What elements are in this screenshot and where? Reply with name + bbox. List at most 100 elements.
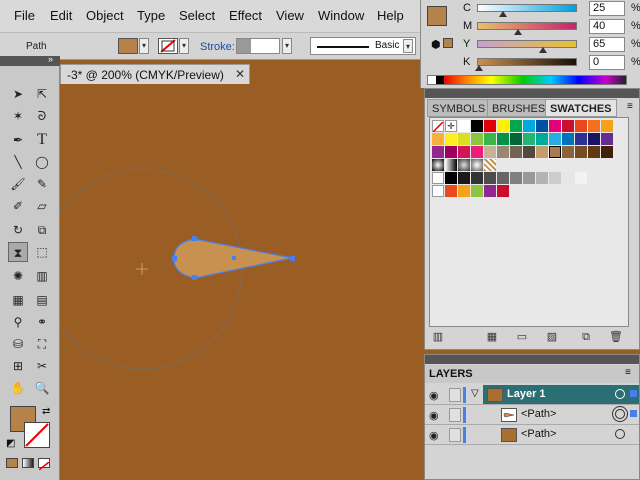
- symbol-sprayer-tool-icon[interactable]: ✺: [8, 266, 28, 286]
- swatch-linear-gradient[interactable]: [445, 159, 457, 171]
- menu-select[interactable]: Select: [179, 8, 215, 23]
- swatch-gray-20[interactable]: [549, 172, 561, 184]
- swatch-gray-100[interactable]: [445, 172, 457, 184]
- stroke-weight-spinner[interactable]: [237, 39, 251, 53]
- swatch-gray-30[interactable]: [536, 172, 548, 184]
- menu-type[interactable]: Type: [137, 8, 165, 23]
- target-circle-icon[interactable]: [615, 409, 625, 419]
- cyan-slider[interactable]: [477, 4, 577, 12]
- gradient-mode-icon[interactable]: [22, 458, 34, 468]
- swatch-gray-90[interactable]: [458, 172, 470, 184]
- free-transform-tool-icon[interactable]: ⬚: [32, 242, 52, 262]
- swatch-gray-70[interactable]: [484, 172, 496, 184]
- visibility-eye-icon[interactable]: ◉: [429, 389, 439, 402]
- yellow-value-field[interactable]: 65: [589, 37, 625, 52]
- width-tool-icon[interactable]: ⧗: [8, 242, 28, 262]
- target-circle-icon[interactable]: [615, 429, 625, 439]
- stroke-swatch[interactable]: [158, 38, 178, 54]
- brush-dropdown[interactable]: ▾: [403, 39, 413, 53]
- swatch-none[interactable]: [432, 120, 444, 133]
- swatch-white[interactable]: [458, 120, 470, 132]
- menu-view[interactable]: View: [276, 8, 304, 23]
- pencil-tool-icon[interactable]: ✎: [32, 174, 52, 194]
- swatch-teal[interactable]: [536, 133, 548, 145]
- tab-symbols[interactable]: SYMBOLS: [427, 99, 491, 117]
- show-kinds-icon[interactable]: ▦: [485, 331, 499, 344]
- swatch-light-brown[interactable]: [536, 146, 548, 158]
- pen-tool-icon[interactable]: ✒: [8, 130, 28, 150]
- collapse-icon[interactable]: »: [48, 54, 53, 64]
- lock-toggle[interactable]: [449, 388, 461, 402]
- stroke-label[interactable]: Stroke:: [200, 41, 235, 53]
- swatch-gray-5[interactable]: [575, 172, 587, 184]
- yellow-slider[interactable]: [477, 40, 577, 48]
- swatch-green-2[interactable]: [484, 133, 496, 145]
- cube-icon[interactable]: ⬢: [431, 38, 441, 51]
- paintbrush-tool-icon[interactable]: 🖌: [8, 174, 28, 194]
- swatch-yellow[interactable]: [497, 120, 509, 132]
- swatch-plum[interactable]: [445, 146, 457, 158]
- lasso-tool-icon[interactable]: ᘐ: [32, 106, 52, 126]
- menu-effect[interactable]: Effect: [229, 8, 262, 23]
- rotate-tool-icon[interactable]: ↻: [8, 220, 28, 240]
- swatch-pattern[interactable]: [484, 159, 496, 171]
- expand-triangle-icon[interactable]: ▽: [471, 388, 479, 399]
- layers-menu-icon[interactable]: ≡: [625, 367, 631, 378]
- swatch-dark-green[interactable]: [510, 133, 522, 145]
- close-icon[interactable]: ✕: [235, 67, 245, 81]
- swatch-blue-2[interactable]: [562, 133, 574, 145]
- gradient-tool-icon[interactable]: ▤: [32, 290, 52, 310]
- stroke-dropdown-arrow[interactable]: ▾: [179, 38, 189, 54]
- scale-tool-icon[interactable]: ⧉: [32, 220, 52, 240]
- menu-edit[interactable]: Edit: [50, 8, 72, 23]
- document-tab[interactable]: -3* @ 200% (CMYK/Preview) ✕: [60, 64, 250, 84]
- blob-brush-tool-icon[interactable]: ✐: [8, 196, 28, 216]
- swatch-darkest-brown[interactable]: [601, 146, 613, 158]
- magenta-slider-thumb[interactable]: [514, 29, 522, 35]
- new-color-group-icon[interactable]: ▨: [545, 331, 559, 344]
- lock-toggle[interactable]: [449, 408, 461, 422]
- layers-panel-header-bar[interactable]: [425, 355, 639, 364]
- direct-selection-tool-icon[interactable]: ⇱: [32, 84, 52, 104]
- out-of-gamut-swatch[interactable]: [443, 38, 453, 48]
- black-slider[interactable]: [477, 58, 577, 66]
- color-spectrum-bar[interactable]: [427, 75, 627, 85]
- line-tool-icon[interactable]: ╲: [8, 152, 28, 172]
- swatch-gray-80[interactable]: [471, 172, 483, 184]
- swatch-group-red[interactable]: [497, 185, 509, 197]
- ellipse-tool-icon[interactable]: ◯: [32, 152, 52, 172]
- lock-toggle[interactable]: [449, 428, 461, 442]
- swatch-folder-icon[interactable]: [432, 185, 444, 197]
- color-mode-icon[interactable]: [6, 458, 18, 468]
- swatch-brown[interactable]: [562, 146, 574, 158]
- menu-window[interactable]: Window: [318, 8, 364, 23]
- swatch-group-orange[interactable]: [458, 185, 470, 197]
- eyedropper-tool-icon[interactable]: ⚲: [8, 312, 28, 332]
- stroke-weight-field[interactable]: [236, 38, 280, 54]
- swatch-gray-60[interactable]: [497, 172, 509, 184]
- stroke-color-box[interactable]: [24, 422, 50, 448]
- new-swatch-icon[interactable]: ⧉: [579, 331, 593, 344]
- tab-swatches[interactable]: SWATCHES: [545, 99, 617, 117]
- slice-tool-icon[interactable]: ✂: [32, 356, 52, 376]
- fill-dropdown-arrow[interactable]: ▾: [139, 38, 149, 54]
- swatch-group-green[interactable]: [471, 185, 483, 197]
- black-value-field[interactable]: 0: [589, 55, 625, 70]
- swatch-radial-gradient[interactable]: [432, 159, 444, 171]
- swatch-red[interactable]: [484, 120, 496, 132]
- black-slider-thumb[interactable]: [475, 65, 483, 71]
- swatch-indigo[interactable]: [575, 133, 587, 145]
- swatch-red-2[interactable]: [562, 120, 574, 132]
- swatch-sky[interactable]: [549, 133, 561, 145]
- path-name[interactable]: <Path>: [521, 408, 556, 420]
- swatch-yellow-2[interactable]: [445, 133, 457, 145]
- swatch-amber[interactable]: [432, 133, 444, 145]
- selection-tool-icon[interactable]: ➤: [8, 84, 28, 104]
- swatch-gray-10[interactable]: [562, 172, 574, 184]
- swatch-red-orange[interactable]: [575, 120, 587, 132]
- selection-indicator[interactable]: [630, 410, 637, 417]
- layer-name[interactable]: Layer 1: [507, 388, 546, 400]
- swatch-group-red-orange[interactable]: [445, 185, 457, 197]
- swatch-raspberry[interactable]: [458, 146, 470, 158]
- swatch-registration[interactable]: ✛: [445, 120, 457, 132]
